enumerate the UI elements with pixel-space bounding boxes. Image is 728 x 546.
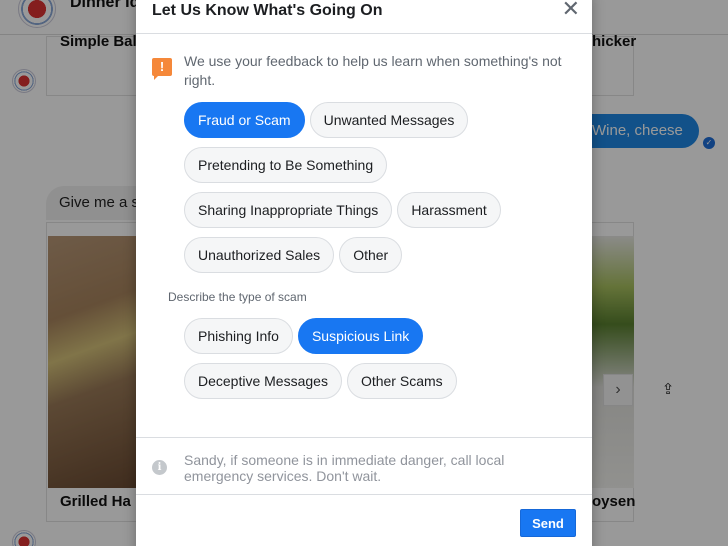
chip-other[interactable]: Other: [339, 237, 403, 273]
chip-sharing-inappropriate[interactable]: Sharing Inappropriate Things: [184, 192, 393, 228]
send-button[interactable]: Send: [520, 509, 576, 537]
info-icon: i: [152, 460, 167, 475]
warning-icon: !: [152, 58, 172, 80]
subtype-chips: Phishing Info Suspicious Link Deceptive M…: [136, 318, 556, 408]
category-chips: Fraud or Scam Unwanted Messages Pretendin…: [136, 102, 556, 282]
subtype-heading: Describe the type of scam: [168, 290, 307, 304]
intro-text: We use your feedback to help us learn wh…: [184, 53, 562, 88]
chip-other-scams[interactable]: Other Scams: [346, 363, 457, 399]
chip-fraud-or-scam[interactable]: Fraud or Scam: [184, 102, 305, 138]
chip-deceptive-messages[interactable]: Deceptive Messages: [184, 363, 342, 399]
close-icon[interactable]: ✕: [562, 0, 580, 20]
dialog-title: Let Us Know What's Going On: [152, 2, 383, 19]
safety-notice-text: Sandy, if someone is in immediate danger…: [184, 452, 505, 484]
report-dialog: Let Us Know What's Going On ✕ ! We use y…: [136, 0, 592, 546]
chip-unauthorized-sales[interactable]: Unauthorized Sales: [184, 237, 335, 273]
chip-pretending[interactable]: Pretending to Be Something: [184, 147, 388, 183]
chip-phishing-info[interactable]: Phishing Info: [184, 318, 293, 354]
dialog-header: Let Us Know What's Going On ✕: [136, 0, 592, 34]
chip-unwanted-messages[interactable]: Unwanted Messages: [309, 102, 469, 138]
intro-section: ! We use your feedback to help us learn …: [136, 34, 592, 102]
safety-notice: i Sandy, if someone is in immediate dang…: [136, 437, 592, 495]
chip-harassment[interactable]: Harassment: [397, 192, 501, 228]
chip-suspicious-link[interactable]: Suspicious Link: [297, 318, 424, 354]
